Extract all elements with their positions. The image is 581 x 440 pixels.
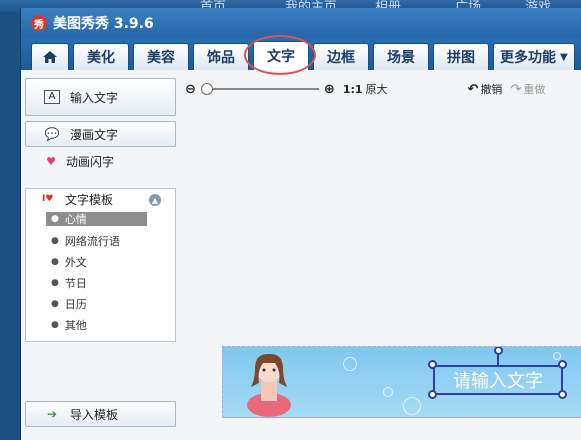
i-love-you-icon: I♥ xyxy=(42,194,54,204)
comic-text-label: 漫画文字 xyxy=(70,127,119,142)
app-logo: 秀 xyxy=(31,15,47,31)
bubble-decoration xyxy=(553,352,561,360)
animated-text-label: 动画闪字 xyxy=(66,154,115,169)
template-item-calendar[interactable]: ● 日历 xyxy=(26,293,175,314)
template-item-internet-slang[interactable]: ● 网络流行语 xyxy=(26,230,175,251)
template-item-holiday[interactable]: ● 节日 xyxy=(26,272,175,293)
original-size-label[interactable]: 原大 xyxy=(366,81,388,97)
bullet-icon: ● xyxy=(51,256,59,267)
bullet-icon: ● xyxy=(51,277,59,288)
annotation-circle xyxy=(244,35,316,75)
animated-text-item[interactable]: ♥ 动画闪字 xyxy=(25,150,176,172)
import-template-button[interactable]: ➔ 导入模板 xyxy=(25,401,176,427)
input-text-label: 输入文字 xyxy=(70,90,119,105)
image-canvas[interactable]: 请输入文字 xyxy=(222,346,581,418)
tab-beauty[interactable]: 美容 xyxy=(133,43,189,70)
template-item-foreign[interactable]: ● 外文 xyxy=(26,251,175,272)
input-text-button[interactable]: A 输入文字 xyxy=(25,78,176,116)
zoom-slider[interactable] xyxy=(200,83,319,95)
resize-handle[interactable] xyxy=(428,360,437,369)
heart-icon: ♥ xyxy=(46,154,56,168)
tab-home[interactable] xyxy=(31,43,69,70)
speech-bubble-icon: 💬 xyxy=(44,127,60,141)
undo-button[interactable]: 撤销 xyxy=(480,81,502,97)
tab-border[interactable]: 边框 xyxy=(313,43,369,70)
text-box-icon: A xyxy=(44,90,60,104)
cartoon-girl-illustration xyxy=(247,353,291,417)
tab-scene[interactable]: 场景 xyxy=(373,43,429,70)
zoom-in-icon[interactable]: ⊕ xyxy=(324,82,335,97)
bubble-decoration xyxy=(343,357,357,371)
canvas-text[interactable]: 请输入文字 xyxy=(453,367,543,393)
bubble-decoration xyxy=(403,397,421,415)
import-arrow-icon: ➔ xyxy=(46,407,58,421)
more-features-label: 更多功能 xyxy=(500,50,556,66)
tab-accessories[interactable]: 饰品 xyxy=(193,43,249,70)
comic-text-button[interactable]: 💬 漫画文字 xyxy=(25,121,176,147)
tab-collage[interactable]: 拼图 xyxy=(433,43,489,70)
bullet-icon: ● xyxy=(51,235,59,246)
bullet-icon: ● xyxy=(51,319,59,330)
text-template-title: 文字模板 xyxy=(65,192,114,207)
app-window: 秀 美图秀秀 3.9.6 美化 美容 饰品 文字 边框 场景 拼图 更多功能 ▼… xyxy=(20,8,581,440)
chevron-down-icon: ▼ xyxy=(560,51,568,63)
tab-more-features[interactable]: 更多功能 ▼ xyxy=(493,43,575,70)
title-bar: 秀 美图秀秀 3.9.6 xyxy=(21,8,581,38)
text-template-panel: I♥ 文字模板 ▲ ● 心情 ● 网络流行语 ● 外文 ● 节日 ● 日历 ● … xyxy=(25,188,176,342)
collapse-icon[interactable]: ▲ xyxy=(149,194,161,206)
resize-handle[interactable] xyxy=(558,360,567,369)
undo-icon[interactable]: ↶ xyxy=(468,82,479,97)
tab-beautify[interactable]: 美化 xyxy=(73,43,129,70)
bubble-decoration xyxy=(383,387,393,397)
actual-size-button[interactable]: 1:1 xyxy=(343,83,363,96)
import-template-label: 导入模板 xyxy=(70,407,119,422)
sidebar: A 输入文字 💬 漫画文字 ♥ 动画闪字 I♥ 文字模板 ▲ ● 心情 ● 网络… xyxy=(25,78,176,433)
template-item-mood[interactable]: ● 心情 xyxy=(46,212,147,226)
home-icon xyxy=(43,51,57,63)
resize-handle[interactable] xyxy=(558,390,567,399)
redo-icon[interactable]: ↷ xyxy=(510,82,521,97)
rotate-handle[interactable] xyxy=(494,347,503,355)
resize-handle[interactable] xyxy=(428,390,437,399)
text-selection-frame[interactable]: 请输入文字 xyxy=(433,365,563,395)
app-title: 美图秀秀 3.9.6 xyxy=(53,16,154,32)
template-item-other[interactable]: ● 其他 xyxy=(26,314,175,335)
redo-button[interactable]: 重做 xyxy=(523,81,545,97)
bullet-icon: ● xyxy=(51,298,59,309)
slider-track xyxy=(200,88,319,90)
canvas-toolbar: ⊖ ⊕ 1:1 原大 ↶ 撤销 ↷ 重做 xyxy=(185,78,581,100)
zoom-out-icon[interactable]: ⊖ xyxy=(185,82,196,97)
bullet-icon: ● xyxy=(51,214,59,224)
slider-handle[interactable] xyxy=(200,83,213,95)
